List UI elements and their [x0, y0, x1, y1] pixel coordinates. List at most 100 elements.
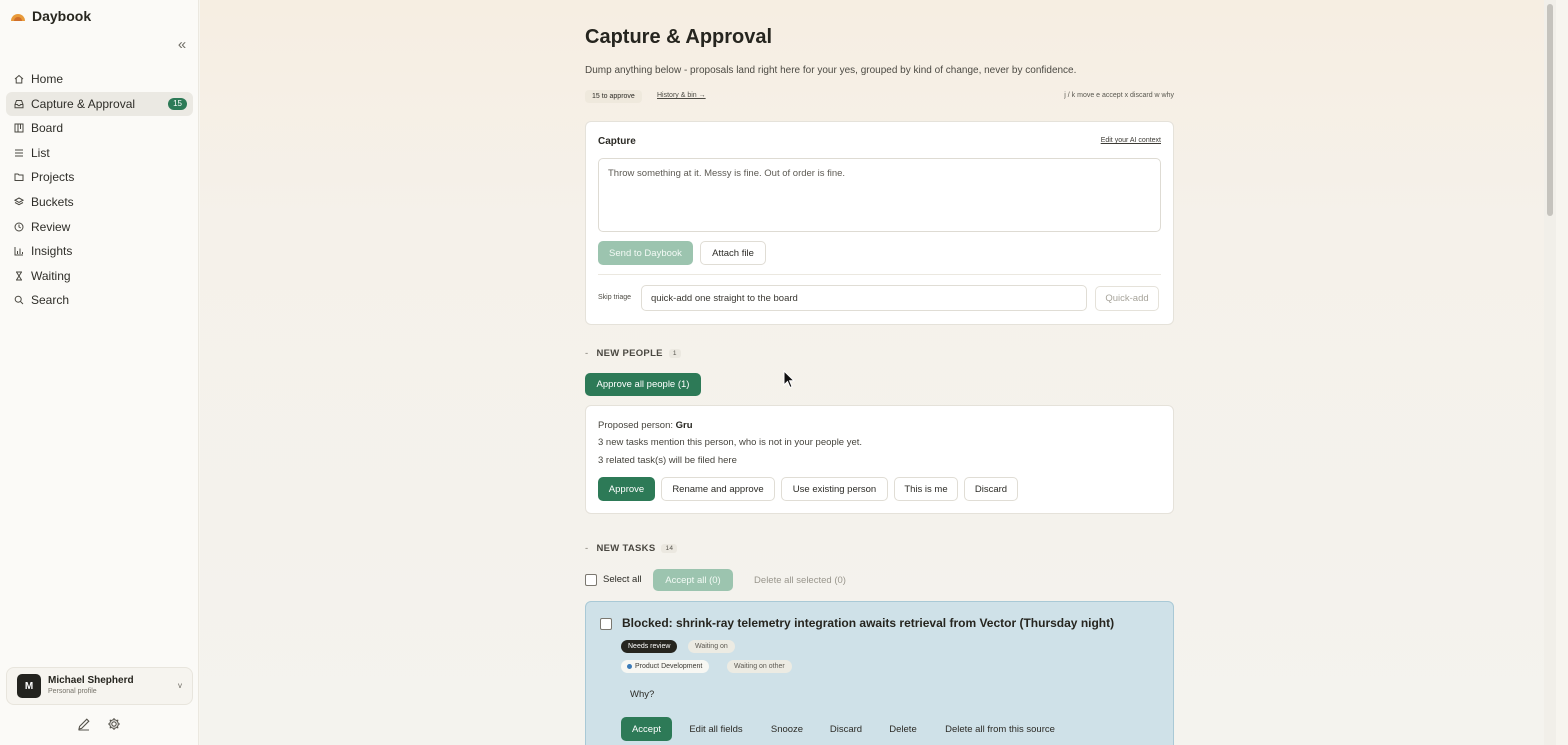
section-count: 1	[668, 349, 681, 358]
list-icon	[14, 148, 24, 158]
avatar: M	[17, 674, 41, 698]
folder-icon	[14, 172, 24, 182]
rename-and-approve-button[interactable]: Rename and approve	[661, 477, 775, 501]
chevron-down-icon: v	[178, 681, 182, 690]
edit-ai-context-link[interactable]: Edit your AI context	[1101, 137, 1161, 144]
sidebar-footer	[76, 716, 122, 732]
bar-chart-icon	[14, 246, 24, 256]
send-to-daybook-button[interactable]: Send to Daybook	[598, 241, 693, 265]
waiting-on-badge: Waiting on	[688, 640, 735, 653]
page-subtitle: Dump anything below - proposals land rig…	[585, 65, 1077, 76]
accept-all-button[interactable]: Accept all (0)	[653, 569, 733, 591]
search-icon	[14, 295, 24, 305]
sidebar-item-label: Board	[31, 121, 64, 136]
new-tasks-section-header[interactable]: - NEW TASKS 14	[585, 543, 678, 554]
hourglass-icon	[14, 271, 24, 281]
this-is-me-button[interactable]: This is me	[894, 477, 958, 501]
profile-switcher[interactable]: M Michael Shepherd Personal profile v	[6, 667, 193, 705]
delete-task-button[interactable]: Delete	[882, 717, 924, 741]
history-bin-link[interactable]: History & bin →	[657, 92, 706, 99]
collapse-sidebar-icon[interactable]: «	[174, 37, 190, 54]
scrollbar-thumb[interactable]	[1547, 4, 1553, 216]
profile-subtitle: Personal profile	[48, 688, 97, 695]
keyboard-shortcuts-hint: j / k move e accept x discard w why	[1064, 92, 1174, 99]
task-checkbox[interactable]	[600, 618, 612, 630]
sidebar-item-label: Projects	[31, 170, 75, 185]
delete-all-from-source-button[interactable]: Delete all from this source	[936, 717, 1064, 741]
scrollbar[interactable]	[1544, 0, 1556, 745]
select-all-checkbox[interactable]	[585, 574, 597, 586]
capture-card: Capture Edit your AI context Throw somet…	[585, 121, 1174, 325]
mouse-cursor-icon	[783, 370, 795, 389]
bulk-select-row: Select all Accept all (0) Delete all sel…	[585, 569, 1174, 591]
why-link[interactable]: Why?	[630, 689, 654, 700]
person-description: 3 new tasks mention this person, who is …	[598, 437, 863, 448]
project-color-dot	[627, 664, 632, 669]
proposed-person-line: Proposed person: Gru	[598, 420, 693, 431]
snooze-button[interactable]: Snooze	[762, 717, 812, 741]
sidebar-item-home[interactable]: Home	[6, 67, 193, 91]
quick-add-button[interactable]: Quick-add	[1095, 286, 1159, 311]
sidebar-item-insights[interactable]: Insights	[6, 239, 193, 263]
edit-all-fields-button[interactable]: Edit all fields	[682, 717, 750, 741]
accept-task-button[interactable]: Accept	[621, 717, 672, 741]
history-icon	[14, 222, 24, 232]
sidebar-item-board[interactable]: Board	[6, 116, 193, 140]
sidebar-item-label: Home	[31, 72, 64, 86]
project-tag: Product Development	[621, 660, 710, 673]
needs-review-badge: Needs review	[621, 640, 678, 653]
sidebar-item-search[interactable]: Search	[6, 288, 193, 312]
project-tag-label: Product Development	[635, 663, 703, 670]
sidebar: Daybook « Home Capture & Approval 15 Boa…	[0, 0, 199, 745]
collapse-dash-icon: -	[585, 543, 589, 554]
discard-task-button[interactable]: Discard	[822, 717, 870, 741]
select-all-label: Select all	[603, 574, 642, 585]
board-icon	[14, 123, 24, 133]
delete-all-selected-button[interactable]: Delete all selected (0)	[741, 569, 859, 591]
discard-person-button[interactable]: Discard	[964, 477, 1018, 501]
capture-textarea[interactable]: Throw something at it. Messy is fine. Ou…	[598, 158, 1161, 232]
proposed-person-card: Proposed person: Gru 3 new tasks mention…	[585, 405, 1174, 514]
sidebar-item-label: Search	[31, 293, 70, 308]
sidebar-item-review[interactable]: Review	[6, 215, 193, 239]
attach-file-button[interactable]: Attach file	[700, 241, 766, 265]
section-label: NEW TASKS	[596, 543, 656, 554]
approve-all-people-button[interactable]: Approve all people (1)	[585, 373, 701, 396]
approval-count-badge: 15	[168, 97, 187, 110]
page-title: Capture & Approval	[585, 26, 773, 48]
approve-person-button[interactable]: Approve	[598, 477, 655, 501]
sidebar-item-list[interactable]: List	[6, 141, 193, 165]
sidebar-item-projects[interactable]: Projects	[6, 165, 193, 189]
sidebar-item-label: Insights	[31, 244, 73, 259]
sunrise-logo-icon	[11, 13, 25, 21]
proposed-person-name: Gru	[675, 420, 693, 431]
profile-name: Michael Shepherd	[48, 675, 134, 686]
sidebar-item-waiting[interactable]: Waiting	[6, 264, 193, 288]
sidebar-item-label: Capture & Approval	[31, 96, 136, 111]
proposed-person-prefix: Proposed person:	[598, 420, 673, 431]
layers-icon	[14, 197, 24, 207]
sidebar-item-label: Buckets	[31, 194, 74, 209]
profile-text: Michael Shepherd Personal profile	[48, 675, 134, 697]
sidebar-item-label: Waiting	[31, 268, 71, 283]
edit-pencil-icon[interactable]	[76, 716, 92, 732]
person-actions: Approve Rename and approve Use existing …	[598, 477, 1158, 501]
quick-add-input[interactable]: quick-add one straight to the board	[641, 285, 1087, 311]
related-tasks-note: 3 related task(s) will be filed here	[598, 455, 737, 466]
sidebar-item-capture-approval[interactable]: Capture & Approval 15	[6, 91, 193, 116]
use-existing-person-button[interactable]: Use existing person	[781, 477, 888, 501]
gear-icon[interactable]	[106, 716, 122, 732]
sidebar-item-label: Review	[31, 219, 71, 234]
sidebar-item-buckets[interactable]: Buckets	[6, 190, 193, 214]
divider	[598, 274, 1161, 275]
waiting-on-other-badge: Waiting on other	[727, 660, 792, 673]
brand[interactable]: Daybook	[10, 8, 91, 24]
capture-title: Capture	[598, 136, 636, 147]
sidebar-item-label: List	[31, 145, 50, 160]
collapse-dash-icon: -	[585, 348, 589, 359]
proposed-task-card[interactable]: Blocked: shrink-ray telemetry integratio…	[585, 601, 1174, 745]
task-title: Blocked: shrink-ray telemetry integratio…	[622, 616, 1115, 630]
main-content: Capture & Approval Dump anything below -…	[200, 0, 1556, 745]
sidebar-nav: Home Capture & Approval 15 Board List Pr…	[6, 67, 193, 313]
new-people-section-header[interactable]: - NEW PEOPLE 1	[585, 348, 681, 359]
